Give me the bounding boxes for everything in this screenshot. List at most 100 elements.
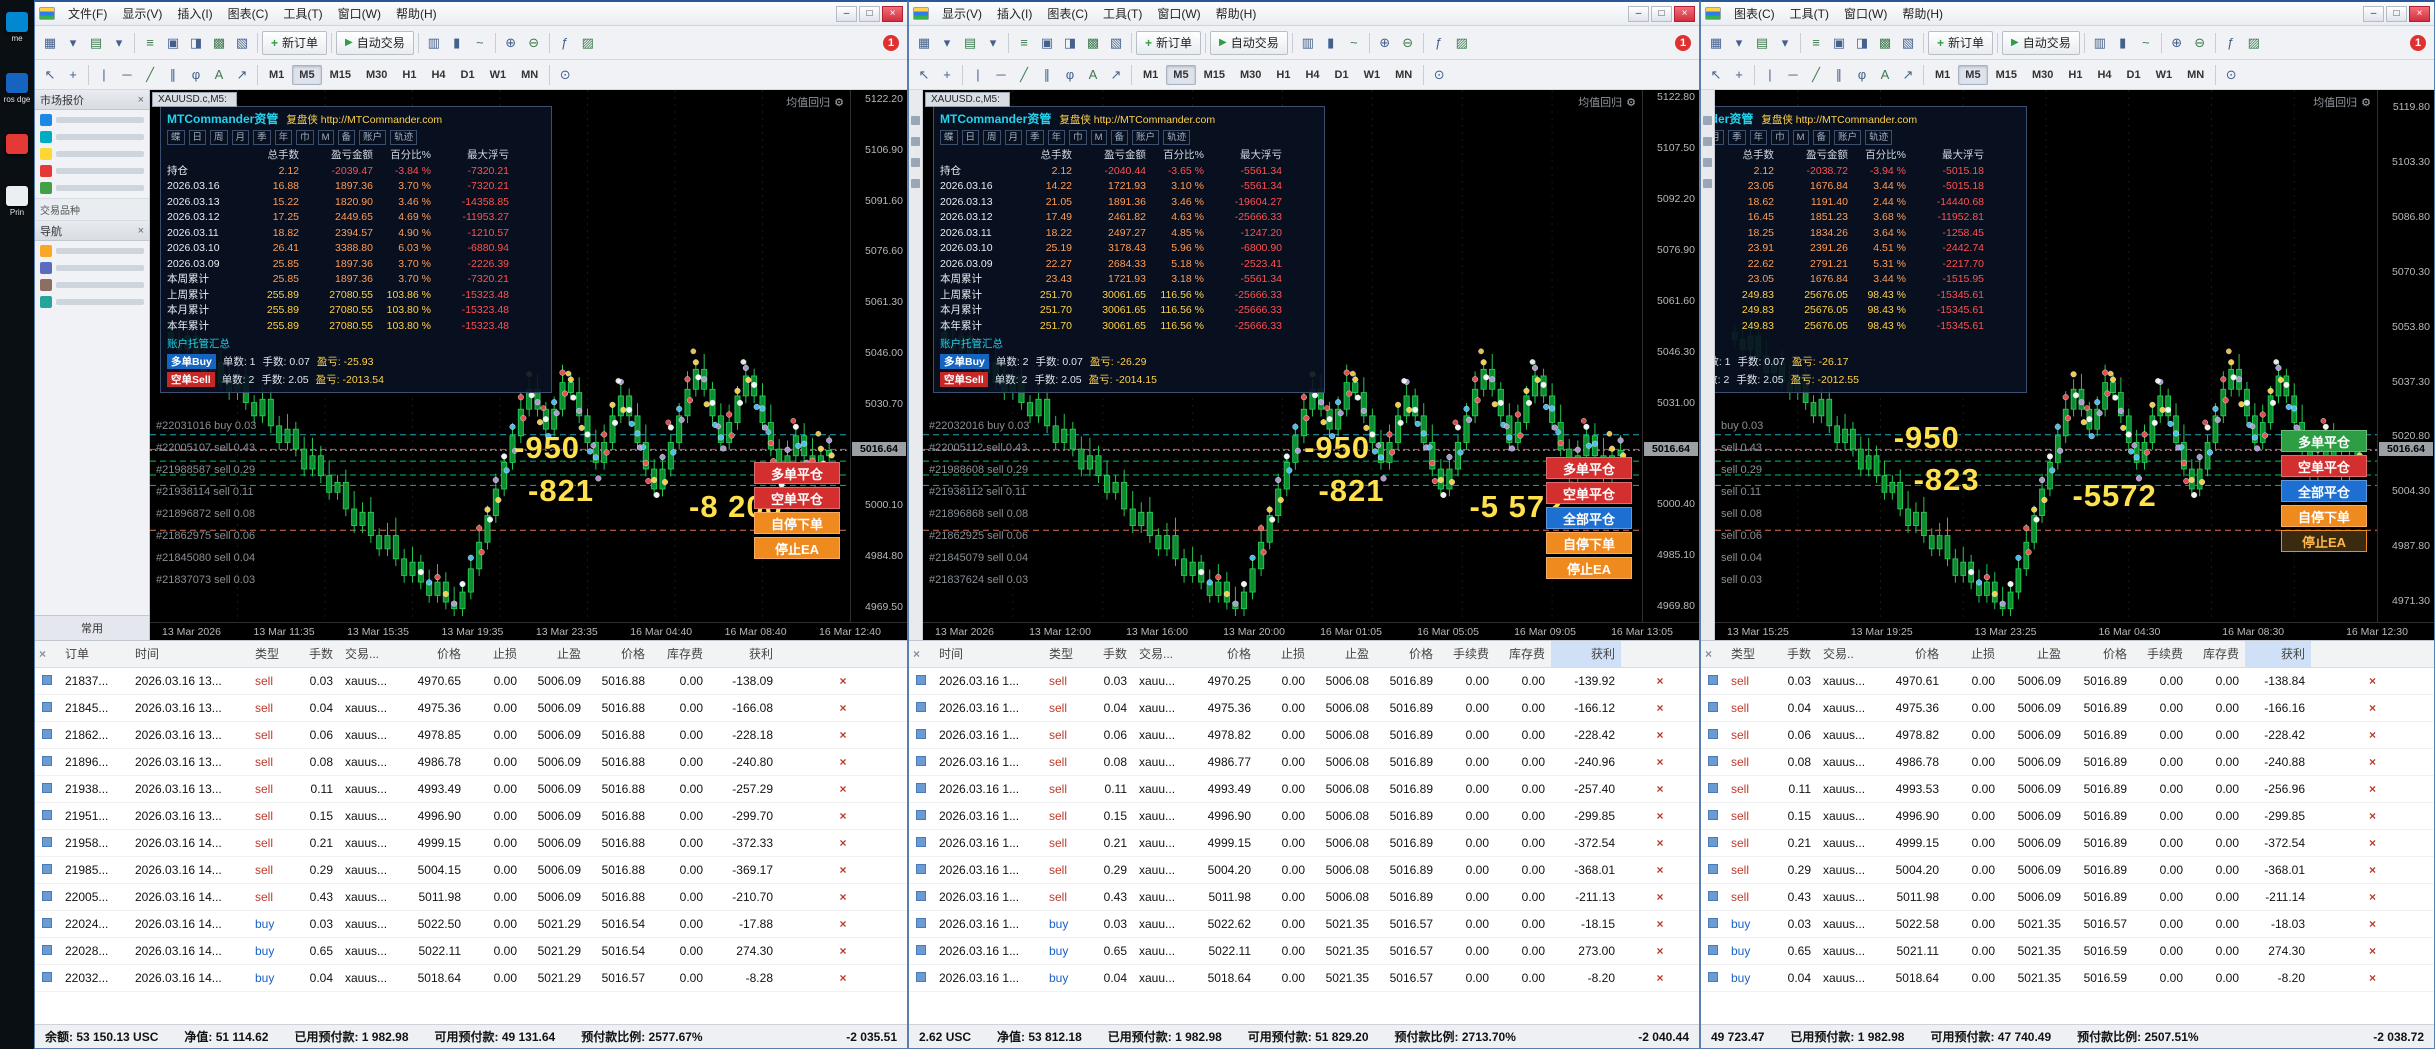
close-order-icon[interactable]: ×	[1656, 782, 1663, 796]
col-header[interactable]: 价格	[403, 641, 467, 667]
docked-panel-toggle[interactable]	[911, 137, 920, 146]
navigator-tree-item[interactable]	[40, 262, 144, 274]
order-row[interactable]: 2026.03.16 1...buy0.03xauu...5022.620.00…	[909, 910, 1699, 937]
vertical-line-icon[interactable]: |	[967, 64, 989, 86]
timeframe-mn[interactable]: MN	[1388, 65, 1419, 85]
chart-window-tab[interactable]: XAUUSD.c,M5:	[152, 92, 237, 107]
close-order-icon[interactable]: ×	[2369, 917, 2376, 931]
new-chart-icon[interactable]: ▦	[913, 32, 935, 54]
timeframe-m1[interactable]: M1	[262, 65, 291, 85]
overlay-tab[interactable]: 备	[338, 130, 356, 145]
menu-item[interactable]: 帮助(H)	[389, 3, 444, 24]
zoom-out-icon[interactable]: ⊖	[2189, 32, 2211, 54]
timeframe-d1[interactable]: D1	[1328, 65, 1356, 85]
col-header[interactable]: 止损	[467, 641, 523, 667]
common-tab[interactable]: 常用	[35, 615, 149, 640]
col-header[interactable]: 类型	[1043, 641, 1087, 667]
indicators-icon[interactable]: ƒ	[554, 32, 576, 54]
symbol-row[interactable]	[40, 182, 144, 194]
timeframe-mn[interactable]: MN	[514, 65, 545, 85]
overlay-tab[interactable]: 账户	[359, 130, 386, 145]
docked-panel-toggle[interactable]	[1703, 158, 1712, 167]
chart-action-button[interactable]: 空单平仓	[1546, 482, 1632, 504]
close-order-icon[interactable]: ×	[1656, 917, 1663, 931]
notification-badge[interactable]: 1	[1675, 35, 1691, 51]
col-header[interactable]: 手续费	[2133, 641, 2189, 667]
close-order-icon[interactable]: ×	[1656, 890, 1663, 904]
terminal-panel-icon[interactable]: ▩	[208, 32, 230, 54]
col-header[interactable]: 手数	[1087, 641, 1133, 667]
col-header[interactable]: 价格	[1879, 641, 1945, 667]
auto-trading-button[interactable]: ▶自动交易	[1210, 31, 1288, 55]
timeframe-m30[interactable]: M30	[2025, 65, 2060, 85]
overlay-tab[interactable]: 季	[1728, 130, 1746, 145]
close-icon[interactable]: ×	[138, 94, 144, 106]
close-order-icon[interactable]: ×	[2369, 863, 2376, 877]
auto-trading-button[interactable]: ▶自动交易	[336, 31, 414, 55]
order-row[interactable]: sell0.06xauus...4978.820.005006.095016.8…	[1701, 721, 2434, 748]
order-row[interactable]: 2026.03.16 1...sell0.03xauu...4970.250.0…	[909, 667, 1699, 694]
close-order-icon[interactable]: ×	[1656, 836, 1663, 850]
horizontal-line-icon[interactable]: ─	[116, 64, 138, 86]
menu-item[interactable]: 图表(C)	[1040, 3, 1095, 24]
overlay-brand-link[interactable]: 复盘侠 http://MTCommander.com	[286, 112, 442, 127]
order-row[interactable]: 22028...2026.03.16 14...buy0.65xauus...5…	[35, 937, 907, 964]
overlay-tab[interactable]: 月	[1005, 130, 1023, 145]
docked-panel-toggle[interactable]	[1703, 137, 1712, 146]
menu-item[interactable]: 文件(F)	[61, 3, 114, 24]
period-settings-icon[interactable]: ⊙	[2220, 64, 2242, 86]
vertical-line-icon[interactable]: |	[93, 64, 115, 86]
col-header[interactable]: 止损	[1257, 641, 1311, 667]
terminal-close-icon[interactable]: ×	[39, 647, 46, 661]
indicators-icon[interactable]: ƒ	[2220, 32, 2242, 54]
timeframe-m1[interactable]: M1	[1928, 65, 1957, 85]
docked-panel-toggle[interactable]	[911, 179, 920, 188]
time-axis[interactable]: 13 Mar 202613 Mar 11:3513 Mar 15:3513 Ma…	[150, 622, 907, 640]
terminal-close-icon[interactable]: ×	[913, 647, 920, 661]
chart-action-button[interactable]: 全部平仓	[1546, 507, 1632, 529]
chart-plot[interactable]: XAUUSD.c,M5:均值回归⚙MTCommander资管复盘侠 http:/…	[150, 90, 850, 622]
order-row[interactable]: sell0.11xauus...4993.530.005006.095016.8…	[1701, 775, 2434, 802]
order-row[interactable]: 2026.03.16 1...buy0.04xauu...5018.640.00…	[909, 964, 1699, 991]
timeframe-d1[interactable]: D1	[2120, 65, 2148, 85]
close-icon[interactable]: ×	[138, 225, 144, 237]
timeframe-h1[interactable]: H1	[395, 65, 423, 85]
chart-action-button[interactable]: 多单平仓	[2281, 430, 2367, 452]
col-header[interactable]: 手续费	[1439, 641, 1495, 667]
price-axis[interactable]: 5122.205106.905091.605076.605061.305046.…	[850, 90, 907, 622]
navigator-tree-item[interactable]	[40, 279, 144, 291]
new-chart-icon[interactable]: ▦	[1705, 32, 1727, 54]
order-row[interactable]: buy0.04xauus...5018.640.005021.355016.59…	[1701, 964, 2434, 991]
close-order-icon[interactable]: ×	[1656, 863, 1663, 877]
order-row[interactable]: sell0.04xauus...4975.360.005006.095016.8…	[1701, 694, 2434, 721]
overlay-tab[interactable]: 账户	[1834, 130, 1861, 145]
navigator-tree-item[interactable]	[40, 245, 144, 257]
close-order-icon[interactable]: ×	[839, 809, 846, 823]
docked-panel-toggle[interactable]	[911, 116, 920, 125]
close-button[interactable]: ×	[882, 6, 903, 22]
close-order-icon[interactable]: ×	[2369, 701, 2376, 715]
order-row[interactable]: 22005...2026.03.16 14...sell0.43xauus...…	[35, 883, 907, 910]
chart-action-button[interactable]: 多单平仓	[1546, 457, 1632, 479]
crosshair-icon[interactable]: +	[62, 64, 84, 86]
timeframe-m15[interactable]: M15	[323, 65, 358, 85]
order-row[interactable]: 21958...2026.03.16 14...sell0.21xauus...…	[35, 829, 907, 856]
order-row[interactable]: 21938...2026.03.16 13...sell0.11xauus...…	[35, 775, 907, 802]
col-header[interactable]: 类型	[1725, 641, 1771, 667]
timeframe-w1[interactable]: W1	[2149, 65, 2180, 85]
order-row[interactable]: buy0.03xauus...5022.580.005021.355016.57…	[1701, 910, 2434, 937]
docked-panel-toggle[interactable]	[1703, 116, 1712, 125]
overlay-tab[interactable]: 月	[1715, 130, 1724, 145]
order-row[interactable]: 21862...2026.03.16 13...sell0.06xauus...…	[35, 721, 907, 748]
strategy-tester-icon[interactable]: ▧	[231, 32, 253, 54]
gear-icon[interactable]: ⚙	[1626, 96, 1636, 109]
timeframe-d1[interactable]: D1	[454, 65, 482, 85]
period-settings-icon[interactable]: ⊙	[554, 64, 576, 86]
order-row[interactable]: sell0.15xauus...4996.900.005006.095016.8…	[1701, 802, 2434, 829]
order-row[interactable]: 22024...2026.03.16 14...buy0.03xauus...5…	[35, 910, 907, 937]
chart-action-button[interactable]: 停止EA	[1546, 557, 1632, 579]
price-axis[interactable]: 5119.805103.305086.805070.305053.805037.…	[2377, 90, 2434, 622]
close-order-icon[interactable]: ×	[2369, 809, 2376, 823]
desktop-icon[interactable]: ros dge	[2, 73, 32, 104]
close-order-icon[interactable]: ×	[2369, 890, 2376, 904]
